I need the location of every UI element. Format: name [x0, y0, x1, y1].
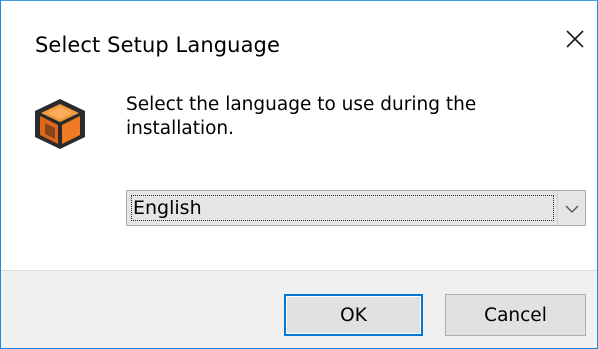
language-select[interactable]: English [126, 190, 586, 226]
close-button[interactable] [553, 19, 597, 59]
setup-language-dialog: Select Setup Language Select the languag… [0, 0, 598, 349]
installer-box-icon [31, 96, 89, 152]
title-bar[interactable]: Select Setup Language [1, 1, 597, 81]
dialog-content: Select the language to use during the in… [1, 81, 597, 270]
cancel-button[interactable]: Cancel [445, 294, 586, 336]
dropdown-button[interactable] [558, 191, 585, 225]
chevron-down-icon [565, 199, 579, 218]
dialog-footer: OK Cancel [1, 270, 597, 348]
ok-button[interactable]: OK [284, 294, 423, 336]
language-prompt: Select the language to use during the in… [126, 94, 477, 139]
selected-language: English [133, 197, 202, 219]
close-icon [565, 29, 585, 49]
dialog-title: Select Setup Language [35, 33, 280, 57]
